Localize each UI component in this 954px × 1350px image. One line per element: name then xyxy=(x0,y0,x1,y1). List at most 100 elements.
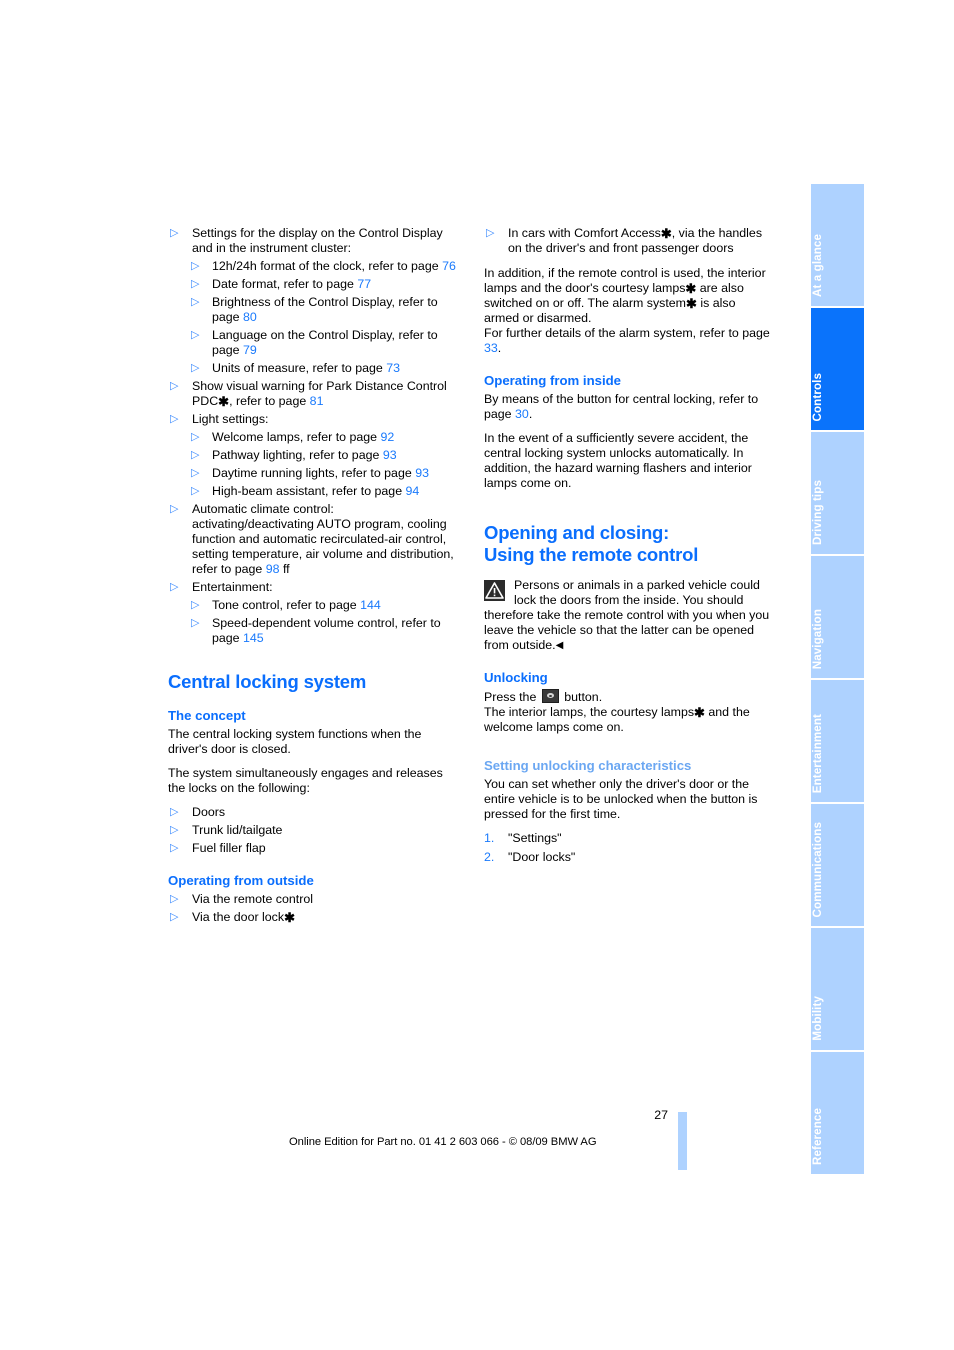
thumb-tab-label: At a glance xyxy=(811,234,824,297)
bullet-triangle-icon: ▷ xyxy=(191,329,200,341)
bullet-triangle-icon: ▷ xyxy=(170,911,179,923)
thumb-tab-mobility[interactable]: Mobility xyxy=(811,928,864,1050)
right-text-column: ▷ In cars with Comfort Access✱, via the … xyxy=(484,226,774,869)
warning-note: Persons or animals in a parked vehicle c… xyxy=(484,578,774,653)
page-reference[interactable]: 93 xyxy=(415,466,429,480)
page-reference[interactable]: 93 xyxy=(383,448,397,462)
list-item-text: Settings for the display on the Control … xyxy=(192,226,443,255)
list-item: 2. "Door locks" xyxy=(484,850,774,865)
asterisk-marker: ✱ xyxy=(694,705,705,720)
list-item: ▷ Units of measure, refer to page 73 xyxy=(190,361,458,376)
bullet-triangle-icon: ▷ xyxy=(170,413,179,425)
list-item: ▷ Doors xyxy=(168,805,458,820)
thumb-tab-at-a-glance[interactable]: At a glance xyxy=(811,184,864,306)
list-item-text: Tone control, refer to page xyxy=(212,598,361,612)
subheading-operating-from-outside: Operating from outside xyxy=(168,873,314,888)
page-reference[interactable]: 98 xyxy=(266,562,280,576)
asterisk-marker: ✱ xyxy=(284,910,295,925)
page-reference[interactable]: 79 xyxy=(243,343,257,357)
page-reference[interactable]: 30 xyxy=(515,407,529,421)
subheading-operating-from-inside: Operating from inside xyxy=(484,373,622,388)
list-item: ▷ Tone control, refer to page 144 xyxy=(190,598,458,613)
page-number: 27 xyxy=(654,1108,668,1122)
bullet-triangle-icon: ▷ xyxy=(170,380,179,392)
paragraph-prefix: Press the xyxy=(484,690,540,704)
page-reference[interactable]: 33 xyxy=(484,341,498,355)
setting-steps-list: 1. "Settings" 2. "Door locks" xyxy=(484,831,774,865)
thumb-tab-entertainment[interactable]: Entertainment xyxy=(811,680,864,802)
list-item-text: Automatic climate control: activating/de… xyxy=(192,502,454,576)
note-end-marker: ◀ xyxy=(555,640,564,651)
subheading-unlocking: Unlocking xyxy=(484,670,548,685)
list-item: ▷ Light settings: xyxy=(168,412,458,427)
list-item: ▷ High-beam assistant, refer to page 94 xyxy=(190,484,458,499)
paragraph-text: For further details of the alarm system,… xyxy=(484,326,770,340)
list-item-text: Trunk lid/tailgate xyxy=(192,823,283,837)
list-item: 1. "Settings" xyxy=(484,831,774,846)
step-label: "Door locks" xyxy=(508,850,576,864)
list-item-text: Pathway lighting, refer to page xyxy=(212,448,383,462)
list-item: ▷ Settings for the display on the Contro… xyxy=(168,226,458,256)
page-reference[interactable]: 94 xyxy=(406,484,420,498)
manual-page: ▷ Settings for the display on the Contro… xyxy=(0,0,954,1350)
list-item: ▷ Via the door lock✱ xyxy=(168,910,458,925)
list-item: ▷ Show visual warning for Park Distance … xyxy=(168,379,458,409)
thumb-tab-reference[interactable]: Reference xyxy=(811,1052,864,1174)
paragraph-press-button: Press the button. xyxy=(484,689,774,705)
thumb-tab-navigation[interactable]: Navigation xyxy=(811,556,864,678)
list-item-text: High-beam assistant, refer to page xyxy=(212,484,406,498)
thumb-tab-driving-tips[interactable]: Driving tips xyxy=(811,432,864,554)
paragraph-in-addition: In addition, if the remote control is us… xyxy=(484,266,774,326)
asterisk-marker: ✱ xyxy=(218,394,230,409)
bullet-triangle-icon: ▷ xyxy=(191,362,200,374)
list-item: ▷ Entertainment: xyxy=(168,580,458,595)
page-reference[interactable]: 81 xyxy=(310,394,324,408)
list-item-text: Units of measure, refer to page xyxy=(212,361,387,375)
left-text-column: ▷ Settings for the display on the Contro… xyxy=(168,226,458,928)
step-number: 2. xyxy=(484,850,495,864)
bullet-triangle-icon: ▷ xyxy=(170,227,179,239)
climate-entertainment-list: ▷ Automatic climate control: activating/… xyxy=(168,502,458,595)
list-item-text: Date format, refer to page xyxy=(212,277,358,291)
step-number: 1. xyxy=(484,831,495,845)
warning-text: Persons or animals in a parked vehicle c… xyxy=(484,578,770,652)
footer-accent-bar xyxy=(678,1112,687,1170)
page-reference[interactable]: 144 xyxy=(360,598,381,612)
asterisk-marker: ✱ xyxy=(685,281,697,296)
thumb-tab-controls[interactable]: Controls xyxy=(811,308,864,430)
paragraph-inside-2: In the event of a sufficiently severe ac… xyxy=(484,431,752,490)
page-reference[interactable]: 77 xyxy=(357,277,371,291)
page-reference[interactable]: 73 xyxy=(386,361,400,375)
page-reference[interactable]: 145 xyxy=(243,631,264,645)
page-reference[interactable]: 92 xyxy=(381,430,395,444)
heading-line-1: Opening and closing: xyxy=(484,522,670,543)
settings-bullet-list: ▷ Settings for the display on the Contro… xyxy=(168,226,458,256)
bullet-triangle-icon: ▷ xyxy=(170,842,179,854)
list-item: ▷ Date format, refer to page 77 xyxy=(190,277,458,292)
list-item-text: 12h/24h format of the clock, refer to pa… xyxy=(212,259,443,273)
thumb-tab-label: Controls xyxy=(811,372,824,421)
paragraph-unlocking-lamps: The interior lamps, the courtesy lamps✱ … xyxy=(484,705,774,735)
thumb-tab-label: Driving tips xyxy=(811,480,824,545)
bullet-triangle-icon: ▷ xyxy=(170,581,179,593)
page-reference[interactable]: 80 xyxy=(243,310,257,324)
paragraph-part-1: The interior lamps, the courtesy lamps xyxy=(484,705,695,719)
pdc-and-light-list: ▷ Show visual warning for Park Distance … xyxy=(168,379,458,427)
thumb-tab-communications[interactable]: Communications xyxy=(811,804,864,926)
page-reference[interactable]: 76 xyxy=(442,259,456,273)
paragraph-setting: You can set whether only the driver's do… xyxy=(484,777,758,821)
bullet-triangle-icon: ▷ xyxy=(170,824,179,836)
list-item: ▷ Trunk lid/tailgate xyxy=(168,823,458,838)
list-item-text: Fuel filler flap xyxy=(192,841,266,855)
list-item-text-cont: ff xyxy=(279,562,290,576)
thumb-tab-label: Communications xyxy=(811,821,824,917)
bullet-triangle-icon: ▷ xyxy=(191,599,200,611)
paragraph-suffix: . xyxy=(497,341,502,355)
list-item: ▷ Language on the Control Display, refer… xyxy=(190,328,458,358)
list-item: ▷ Pathway lighting, refer to page 93 xyxy=(190,448,458,463)
thumb-tab-label: Mobility xyxy=(811,996,824,1041)
heading-line-2: Using the remote control xyxy=(484,544,699,565)
